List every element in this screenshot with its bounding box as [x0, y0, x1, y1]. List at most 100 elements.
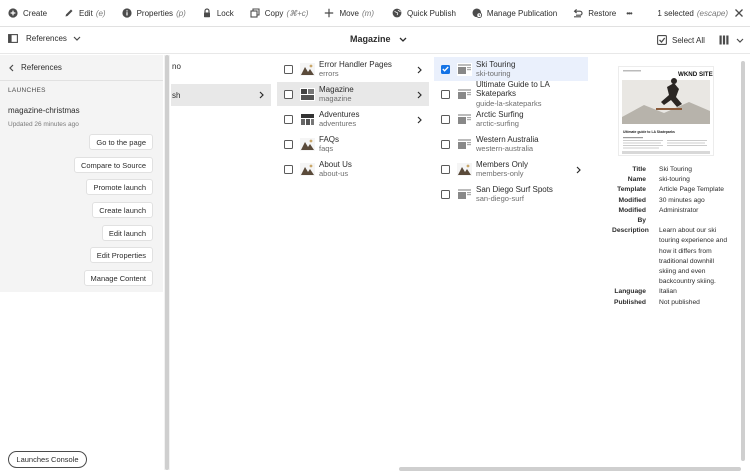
row-checkbox[interactable] [441, 189, 450, 199]
row-checkbox[interactable] [441, 114, 450, 124]
row-checkbox[interactable] [284, 64, 293, 74]
page-metadata: Title Ski Touring Name ski-touring Templat… [612, 165, 742, 308]
view-switcher[interactable] [719, 35, 744, 45]
item-name: adventures [319, 119, 357, 128]
row-checkbox[interactable] [284, 139, 293, 149]
copy-button[interactable]: Copy (⌘+c) [250, 0, 317, 27]
chevron-down-icon [399, 37, 407, 42]
edit-launch-button[interactable]: Edit launch [101, 225, 153, 241]
chevron-right-icon [417, 116, 422, 124]
meta-key: Published [614, 298, 646, 306]
item-title: Error Handler Pages [319, 59, 392, 69]
meta-key: Title [632, 166, 646, 173]
page-thumbnail-icon [457, 137, 472, 151]
selection-count: 1 selected (escape) [657, 0, 728, 27]
more-actions-button[interactable]: ••• [626, 0, 639, 27]
edit-label: Edit [79, 8, 93, 18]
create-button[interactable]: Create [8, 0, 55, 27]
manage-publication-button[interactable]: Manage Publication [472, 0, 565, 27]
quick-publish-button[interactable]: Quick Publish [392, 0, 464, 27]
pencil-icon [64, 8, 74, 18]
item-name: magazine [319, 94, 352, 103]
references-back-label: References [21, 63, 62, 72]
chevron-down-icon [73, 36, 81, 41]
rail-panel-icon [8, 34, 18, 43]
page-title[interactable]: Magazine [350, 34, 407, 44]
item-names: Western Australia western-australia [476, 135, 539, 154]
column-item-faqs[interactable]: FAQs faqs [277, 132, 429, 156]
properties-shortcut: (p) [176, 8, 186, 18]
meta-published: Published Not published [612, 298, 742, 308]
move-button[interactable]: Move (m) [324, 0, 382, 27]
item-names: About Us about-us [319, 160, 352, 179]
restore-button[interactable]: Restore [573, 0, 624, 27]
row-checkbox[interactable] [284, 89, 293, 99]
launches-section-heading: LAUNCHES [8, 87, 46, 94]
rail-scrollbar-thumb[interactable] [165, 55, 169, 470]
info-icon [121, 8, 132, 18]
rail-scrollbar[interactable] [164, 55, 170, 470]
column-item-about-us[interactable]: About Us about-us [277, 157, 429, 181]
meta-key: Name [627, 176, 646, 184]
promote-launch-button[interactable]: Promote launch [86, 179, 153, 195]
preview-scrollbar-thumb[interactable] [741, 61, 745, 461]
item-name: faqs [319, 144, 334, 153]
column-item-western-australia[interactable]: Western Australia western-australia [434, 132, 588, 156]
properties-label: Properties [136, 8, 174, 18]
column-item-errors[interactable]: Error Handler Pages errors [277, 57, 429, 81]
compare-to-source-button[interactable]: Compare to Source [73, 157, 153, 173]
column-item-ski-touring[interactable]: Ski Touring ski-touring [434, 57, 588, 81]
page-thumbnail-icon [457, 162, 472, 176]
meta-value: Administrator [659, 206, 699, 214]
checkmark-icon [442, 66, 449, 72]
edit-button[interactable]: Edit (e) [64, 0, 114, 27]
properties-button[interactable]: Properties (p) [121, 0, 194, 27]
preview-scrollbar[interactable] [740, 55, 746, 467]
select-all-button[interactable]: Select All [657, 35, 705, 45]
close-selection-icon[interactable] [734, 8, 744, 18]
page-thumbnail-icon [300, 137, 315, 151]
meta-value: Italian [659, 288, 677, 296]
row-checkbox[interactable] [441, 89, 450, 99]
references-back-button[interactable]: References [9, 63, 62, 72]
item-title: Adventures [319, 109, 360, 119]
column-1-item-active[interactable]: sh [171, 84, 271, 106]
edit-properties-button[interactable]: Edit Properties [89, 247, 153, 263]
launch-name[interactable]: magazine-christmas [8, 106, 80, 115]
move-label: Move [339, 8, 359, 18]
go-to-page-button[interactable]: Go to the page [89, 134, 153, 150]
meta-key: Modified By [618, 206, 647, 225]
column-item-guide-la-skateparks[interactable]: Ultimate Guide to LA Skateparks guide-la… [434, 80, 588, 108]
row-checkbox[interactable] [441, 164, 450, 174]
item-title: About Us [319, 159, 352, 169]
lock-button[interactable]: Lock [202, 0, 242, 27]
add-circle-icon [8, 8, 18, 18]
column-item-magazine[interactable]: Magazine magazine [277, 82, 429, 106]
row-checkbox[interactable] [284, 114, 293, 124]
column-1-item[interactable]: no [171, 55, 271, 77]
launches-console-button[interactable]: Launches Console [8, 451, 87, 468]
rail-divider [0, 80, 163, 81]
rail-toggle[interactable]: References [8, 34, 81, 43]
meta-value: Not published [659, 298, 700, 306]
row-checkbox[interactable] [284, 164, 293, 174]
create-launch-button[interactable]: Create launch [92, 202, 153, 218]
row-checkbox[interactable] [441, 139, 450, 149]
columns-horizontal-scrollbar[interactable] [399, 467, 741, 471]
quick-publish-label: Quick Publish [407, 8, 456, 18]
column-item-adventures[interactable]: Adventures adventures [277, 107, 429, 131]
column-item-san-diego-surf[interactable]: San Diego Surf Spots san-diego-surf [434, 182, 588, 206]
preview-image: WKND SITE Ultimate guide to LA Skatepark… [619, 67, 713, 155]
column-item-members-only[interactable]: Members Only members-only [434, 157, 588, 181]
launch-updated: Updated 26 minutes ago [8, 121, 79, 128]
row-checkbox-checked[interactable] [441, 64, 450, 74]
meta-value: Learn about our ski touring experience a… [659, 227, 728, 286]
meta-description: Description Learn about our ski touring e… [612, 226, 742, 287]
page-thumbnail-icon [457, 87, 472, 101]
globe-icon [392, 8, 402, 18]
column-item-arctic-surfing[interactable]: Arctic Surfing arctic-surfing [434, 107, 588, 131]
item-names: San Diego Surf Spots san-diego-surf [476, 185, 553, 204]
manage-content-button[interactable]: Manage Content [83, 270, 153, 286]
item-name: arctic-surfing [476, 119, 519, 128]
page-thumbnail-icon [300, 62, 315, 76]
